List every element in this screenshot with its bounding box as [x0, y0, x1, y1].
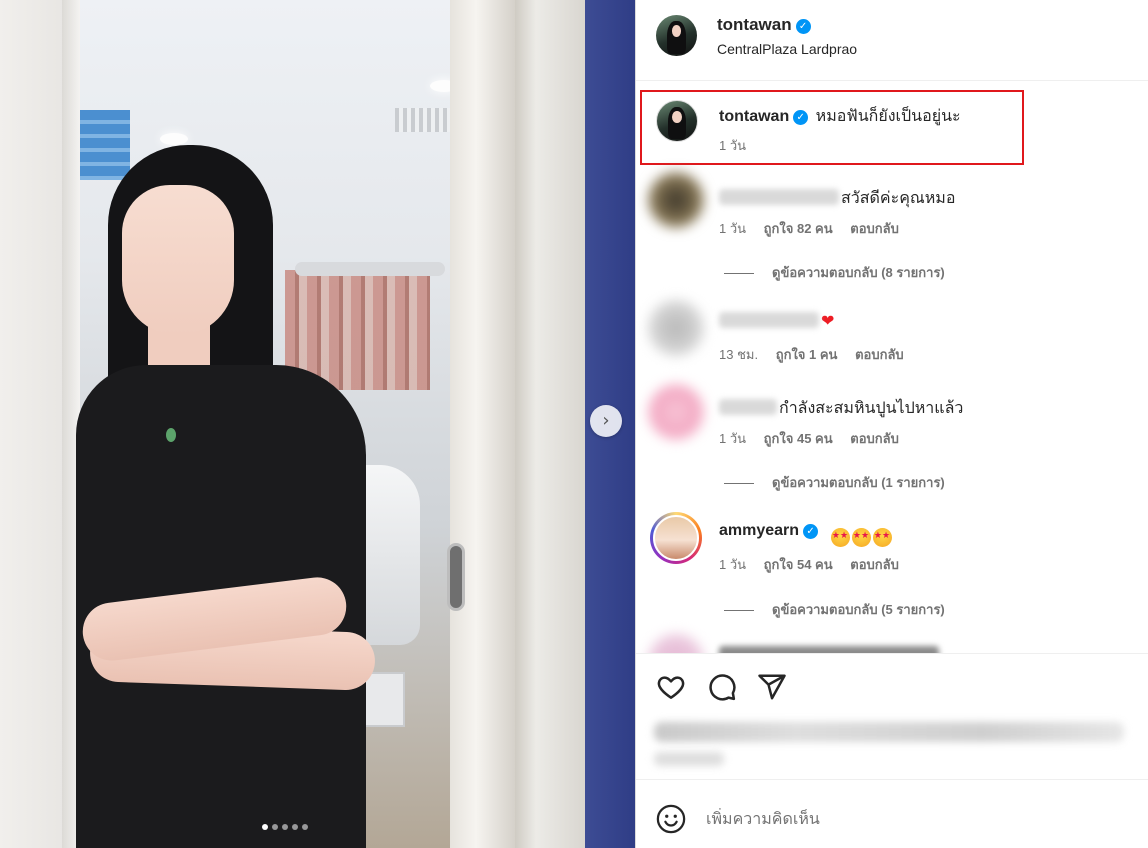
- author-username[interactable]: tontawan: [717, 15, 792, 34]
- location-link[interactable]: CentralPlaza Lardprao: [717, 41, 857, 57]
- chevron-right-icon: ›: [602, 410, 610, 431]
- commenter-avatar: [653, 515, 699, 561]
- caption-highlight-box: [640, 90, 1024, 165]
- share-icon[interactable]: [757, 672, 787, 702]
- commenter-avatar[interactable]: [648, 172, 704, 228]
- star-struck-emoji-icon: ★★: [851, 528, 871, 547]
- comment-time: 13 ชม.: [719, 347, 759, 362]
- verified-badge-icon: ✓: [803, 524, 819, 539]
- divider-line: [724, 610, 754, 612]
- next-slide-button[interactable]: ›: [590, 405, 622, 437]
- view-replies-button[interactable]: ดูข้อความตอบกลับ (1 รายการ): [724, 472, 945, 493]
- comment-time: 1 วัน: [719, 221, 747, 236]
- comment-text: สวัสดีค่ะคุณหมอ: [841, 190, 956, 207]
- door-frame-right: [450, 0, 515, 848]
- necklace-pendant: [166, 428, 176, 442]
- comment-likes[interactable]: ถูกใจ 82 คน: [764, 221, 833, 236]
- carousel-dot: [292, 824, 298, 830]
- comment-time: 1 วัน: [719, 557, 747, 572]
- star-struck-emojis: ★★ ★★ ★★: [829, 522, 892, 547]
- reply-button[interactable]: ตอบกลับ: [850, 221, 899, 236]
- ceiling-light: [160, 133, 188, 145]
- comment-input[interactable]: [706, 808, 1126, 832]
- verified-badge-icon: ✓: [795, 19, 811, 34]
- post-photo[interactable]: ›: [0, 0, 635, 848]
- sliding-door: [515, 0, 585, 848]
- comment-likes[interactable]: ถูกใจ 54 คน: [764, 557, 833, 572]
- commenter-username[interactable]: ammyearn: [719, 522, 799, 539]
- reply-button[interactable]: ตอบกลับ: [855, 347, 904, 362]
- comment-time: 1 วัน: [719, 431, 747, 446]
- add-comment-bar: [636, 779, 1148, 848]
- divider-line: [724, 273, 754, 275]
- commenter-avatar[interactable]: [648, 384, 704, 440]
- commenter-username-blurred[interactable]: [719, 189, 839, 205]
- emoji-icon[interactable]: [656, 804, 686, 834]
- supply-shelf: [72, 110, 130, 180]
- view-replies-label: ดูข้อความตอบกลับ (8 รายการ): [772, 265, 945, 280]
- star-struck-emoji-icon: ★★: [830, 528, 850, 547]
- commenter-avatar-story-ring[interactable]: [650, 512, 702, 564]
- commenter-username-blurred[interactable]: [719, 399, 777, 415]
- star-struck-emoji-icon: ★★: [872, 528, 892, 547]
- commenter-username-blurred[interactable]: [719, 312, 819, 328]
- reply-button[interactable]: ตอบกลับ: [850, 557, 899, 572]
- view-replies-label: ดูข้อความตอบกลับ (5 รายการ): [772, 602, 945, 617]
- carousel-dot: [302, 824, 308, 830]
- post-side-panel: tontawan ✓ CentralPlaza Lardprao tontawan…: [635, 0, 1148, 848]
- author-avatar[interactable]: [656, 15, 697, 56]
- comment-likes[interactable]: ถูกใจ 1 คน: [776, 347, 838, 362]
- carousel-dots: [262, 824, 308, 830]
- author-username-link[interactable]: tontawan ✓: [717, 15, 811, 35]
- door-frame-left: [0, 0, 80, 848]
- liked-by-blurred: [654, 722, 1124, 742]
- comment-text: กำลังสะสมหินปูนไปหาแล้ว: [779, 400, 964, 417]
- view-replies-button[interactable]: ดูข้อความตอบกลับ (8 รายการ): [724, 262, 945, 283]
- comment-icon[interactable]: [707, 672, 737, 702]
- post-date-blurred: [654, 752, 724, 766]
- heart-icon[interactable]: [656, 672, 686, 702]
- comment-likes[interactable]: ถูกใจ 45 คน: [764, 431, 833, 446]
- door-handle: [447, 543, 465, 611]
- carousel-dot: [282, 824, 288, 830]
- commenter-avatar[interactable]: [648, 634, 704, 653]
- reply-button[interactable]: ตอบกลับ: [850, 431, 899, 446]
- dental-lamp: [295, 262, 445, 276]
- view-replies-label: ดูข้อความตอบกลับ (1 รายการ): [772, 475, 945, 490]
- post-header: tontawan ✓ CentralPlaza Lardprao: [636, 0, 1148, 81]
- commenter-avatar[interactable]: [648, 300, 704, 356]
- action-bar: [636, 653, 1148, 713]
- divider-line: [724, 483, 754, 485]
- carousel-dot: [272, 824, 278, 830]
- person-face: [122, 185, 234, 335]
- commenter-username-blurred[interactable]: [719, 646, 939, 653]
- view-replies-button[interactable]: ดูข้อความตอบกลับ (5 รายการ): [724, 599, 945, 620]
- carousel-dot: [262, 824, 268, 830]
- comments-list[interactable]: tontawan ✓ หมอฟันก็ยังเป็นอยู่นะ 1 วัน สว…: [636, 82, 1148, 653]
- heart-emoji-icon: ❤: [821, 311, 835, 330]
